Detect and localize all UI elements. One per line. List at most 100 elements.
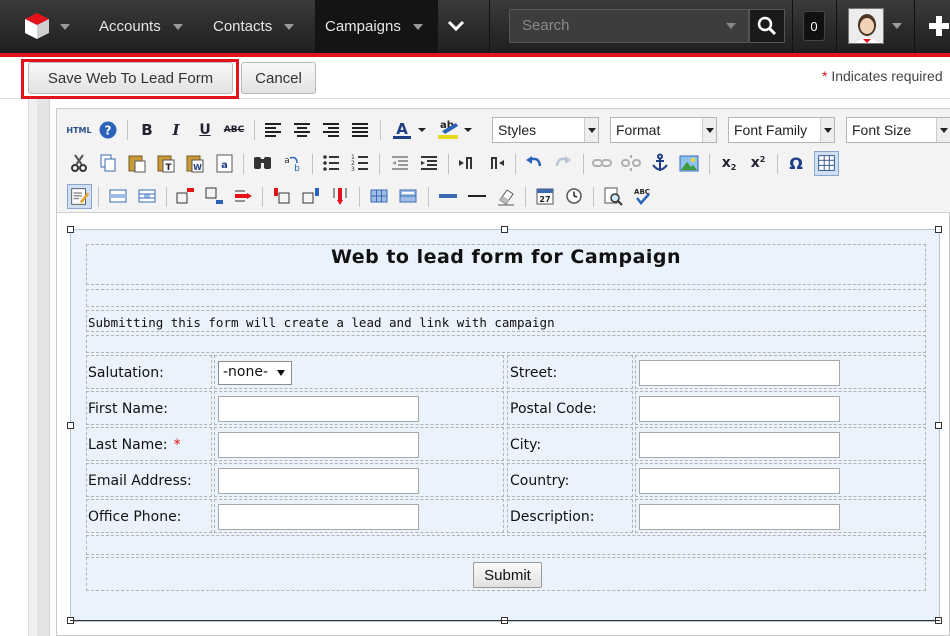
select-all-icon[interactable]: a <box>213 152 235 174</box>
last-name-field[interactable] <box>218 432 419 458</box>
align-right-icon[interactable] <box>320 119 342 141</box>
street-field[interactable] <box>639 360 840 386</box>
search-button[interactable] <box>749 9 785 43</box>
preview-icon[interactable] <box>602 185 624 207</box>
salutation-select[interactable]: -none- <box>218 361 292 385</box>
format-dropdown[interactable]: Format <box>610 117 717 143</box>
toolbar-separator <box>359 187 360 207</box>
cancel-button[interactable]: Cancel <box>241 62 316 94</box>
numbered-list-icon[interactable]: 123 <box>349 152 371 174</box>
font-size-dropdown[interactable]: Font Size <box>846 117 950 143</box>
svg-text:A: A <box>396 120 408 138</box>
align-justify-icon[interactable] <box>349 119 371 141</box>
toolbar-separator <box>379 154 380 174</box>
notification-badge[interactable]: 0 <box>803 11 825 41</box>
postal-code-field[interactable] <box>639 396 840 422</box>
spellcheck-icon[interactable]: ABC <box>631 185 653 207</box>
insert-column-before-icon[interactable] <box>271 185 293 207</box>
anchor-icon[interactable] <box>649 152 671 174</box>
chevron-down-icon[interactable] <box>284 23 295 30</box>
paste-as-text-icon[interactable]: T <box>155 152 177 174</box>
ltr-direction-icon[interactable] <box>456 152 478 174</box>
resize-handle[interactable] <box>501 226 508 233</box>
superscript-icon[interactable]: x2 <box>747 152 769 174</box>
rtl-direction-icon[interactable] <box>485 152 507 174</box>
user-menu-caret-icon[interactable] <box>892 23 902 29</box>
align-center-icon[interactable] <box>291 119 313 141</box>
table-icon[interactable] <box>814 151 839 176</box>
table-row-props-icon[interactable] <box>107 185 129 207</box>
delete-row-icon[interactable] <box>232 185 254 207</box>
undo-icon[interactable] <box>523 152 545 174</box>
find-replace-icon[interactable]: ab <box>281 152 303 174</box>
field-label-text: Salutation: <box>88 365 164 381</box>
insert-row-before-icon[interactable] <box>174 185 196 207</box>
description-field[interactable] <box>639 504 840 530</box>
html-source-icon[interactable]: HTML <box>66 119 91 141</box>
table-cell-props-icon[interactable] <box>136 185 158 207</box>
search-input[interactable]: Search <box>509 9 749 43</box>
styles-dropdown[interactable]: Styles <box>492 117 599 143</box>
resize-handle[interactable] <box>67 226 74 233</box>
subscript-icon[interactable]: x2 <box>718 152 740 174</box>
table-cell-empty <box>86 335 926 353</box>
country-field[interactable] <box>639 468 840 494</box>
insert-row-after-icon[interactable] <box>203 185 225 207</box>
split-cells-icon[interactable] <box>368 185 390 207</box>
insert-date-icon[interactable]: 27 <box>534 185 556 207</box>
nav-item-campaigns[interactable]: Campaigns <box>315 0 438 53</box>
redo-icon[interactable] <box>552 152 574 174</box>
horizontal-line-icon[interactable] <box>466 185 488 207</box>
bullet-list-icon[interactable] <box>320 152 342 174</box>
nav-item-label: Accounts <box>99 18 161 35</box>
edit-source-icon[interactable] <box>67 184 92 209</box>
underline-icon[interactable]: U <box>194 119 216 141</box>
strikethrough-icon[interactable]: ABC <box>223 119 245 141</box>
paste-icon[interactable] <box>126 152 148 174</box>
more-menu-chevron-icon[interactable] <box>446 19 466 33</box>
city-field[interactable] <box>639 432 840 458</box>
copy-icon[interactable] <box>97 152 119 174</box>
search-scope-caret-icon[interactable] <box>726 23 736 29</box>
help-icon[interactable]: ? <box>97 119 119 141</box>
text-color-icon[interactable]: A <box>391 119 427 141</box>
nav-item-accounts[interactable]: Accounts <box>99 0 183 53</box>
nav-divider <box>489 0 490 53</box>
email-address-field[interactable] <box>218 468 419 494</box>
special-character-icon[interactable]: Ω <box>785 152 807 174</box>
insert-time-icon[interactable] <box>563 185 585 207</box>
insert-column-after-icon[interactable] <box>300 185 322 207</box>
bold-icon[interactable]: B <box>136 119 158 141</box>
align-left-icon[interactable] <box>262 119 284 141</box>
link-icon[interactable] <box>591 152 613 174</box>
chevron-down-icon[interactable] <box>412 23 423 30</box>
paste-from-word-icon[interactable]: W <box>184 152 206 174</box>
resize-handle[interactable] <box>935 226 942 233</box>
outdent-icon[interactable] <box>389 152 411 174</box>
quick-create-plus-icon[interactable] <box>928 15 950 37</box>
cut-icon[interactable] <box>68 152 90 174</box>
chevron-down-icon[interactable] <box>172 23 183 30</box>
office-phone-field[interactable] <box>218 504 419 530</box>
user-avatar[interactable] <box>848 8 884 44</box>
delete-column-icon[interactable] <box>329 185 351 207</box>
italic-icon[interactable]: I <box>165 119 187 141</box>
merge-cells-icon[interactable] <box>397 185 419 207</box>
horizontal-ruler-icon[interactable] <box>437 185 459 207</box>
font-family-dropdown[interactable]: Font Family <box>728 117 835 143</box>
svg-text:T: T <box>165 163 172 173</box>
remove-format-icon[interactable] <box>495 185 517 207</box>
find-icon[interactable] <box>252 152 274 174</box>
field-label-text: Country: <box>510 473 570 489</box>
highlight-color-icon[interactable]: ab <box>436 117 474 141</box>
indent-icon[interactable] <box>418 152 440 174</box>
resize-handle[interactable] <box>935 422 942 429</box>
logo-menu-caret-icon[interactable] <box>60 24 70 30</box>
submit-button[interactable]: Submit <box>473 562 542 588</box>
insert-image-icon[interactable] <box>678 152 700 174</box>
first-name-field[interactable] <box>218 396 419 422</box>
nav-item-contacts[interactable]: Contacts <box>213 0 295 53</box>
logo-cube-icon[interactable] <box>24 12 50 40</box>
unlink-icon[interactable] <box>620 152 642 174</box>
resize-handle[interactable] <box>67 422 74 429</box>
